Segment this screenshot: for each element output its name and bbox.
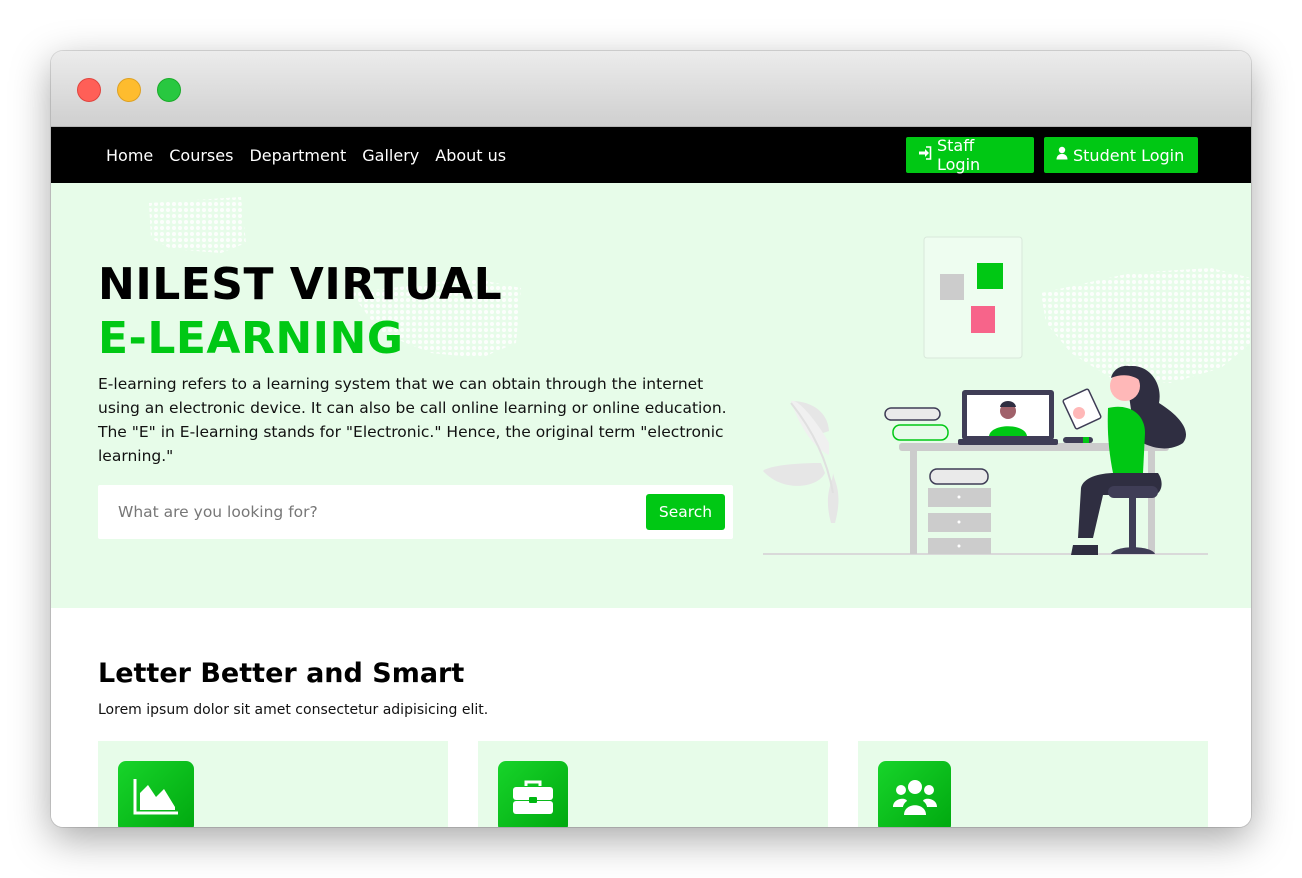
student-login-button[interactable]: Student Login (1044, 137, 1198, 173)
sign-in-icon (918, 146, 932, 164)
nav-links: Home Courses Department Gallery About us (106, 127, 522, 183)
user-icon (1056, 146, 1068, 164)
hero-title-line2: E-LEARNING (98, 313, 404, 364)
section-title: Letter Better and Smart (98, 658, 465, 689)
minimize-window-button[interactable] (117, 78, 141, 102)
close-window-button[interactable] (77, 78, 101, 102)
section-subtitle: Lorem ipsum dolor sit amet consectetur a… (98, 702, 489, 718)
navbar: Home Courses Department Gallery About us… (51, 127, 1251, 183)
nav-link-gallery[interactable]: Gallery (362, 146, 419, 165)
nav-link-about-us[interactable]: About us (435, 146, 506, 165)
nav-link-home[interactable]: Home (106, 146, 153, 165)
briefcase-icon (498, 761, 568, 827)
search-box: Search (98, 485, 733, 539)
area-chart-icon (118, 761, 194, 827)
maximize-window-button[interactable] (157, 78, 181, 102)
staff-login-button[interactable]: Staff Login (906, 136, 1034, 174)
window-titlebar (51, 51, 1251, 127)
users-icon (878, 761, 951, 827)
staff-login-label: Staff Login (937, 136, 981, 174)
student-login-label: Student Login (1073, 145, 1185, 165)
search-input[interactable] (108, 495, 628, 529)
feature-card[interactable] (858, 741, 1208, 827)
features-section: Letter Better and Smart Lorem ipsum dolo… (51, 608, 1251, 827)
hero-section: NILEST VIRTUAL E-LEARNING E-learning ref… (51, 183, 1251, 608)
nav-link-courses[interactable]: Courses (169, 146, 233, 165)
hero-description: E-learning refers to a learning system t… (98, 375, 727, 465)
nav-link-department[interactable]: Department (249, 146, 346, 165)
hero-title-line1: NILEST VIRTUAL (98, 259, 503, 310)
feature-card[interactable] (478, 741, 828, 827)
e-learning-illustration (763, 236, 1208, 555)
search-button[interactable]: Search (646, 494, 725, 530)
browser-window: Home Courses Department Gallery About us… (51, 51, 1251, 827)
feature-card[interactable] (98, 741, 448, 827)
